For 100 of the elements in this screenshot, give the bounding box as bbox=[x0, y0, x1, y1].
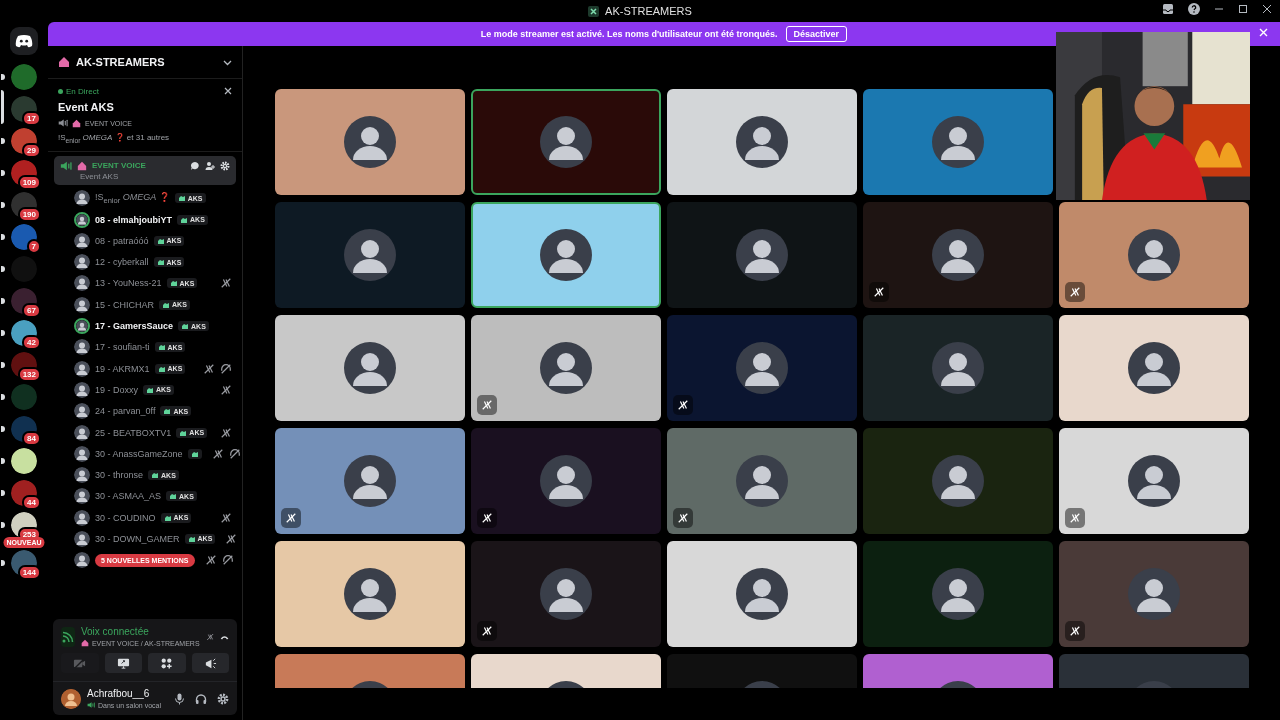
video-tile[interactable] bbox=[863, 541, 1053, 647]
invite-icon[interactable] bbox=[205, 160, 215, 171]
user-avatar bbox=[344, 342, 396, 394]
video-tile[interactable] bbox=[1059, 315, 1249, 421]
video-tile[interactable] bbox=[471, 315, 661, 421]
video-tile[interactable] bbox=[863, 89, 1053, 195]
member-name[interactable]: 08 - patraóóó bbox=[95, 235, 149, 246]
user-avatar[interactable] bbox=[61, 688, 81, 709]
member-name[interactable]: 17 - GamersSauce bbox=[95, 321, 174, 331]
member-name[interactable]: 30 - AnassGameZone bbox=[95, 448, 183, 459]
member-name[interactable]: 13 - YouNess-21 bbox=[95, 278, 162, 289]
role-icon bbox=[163, 407, 172, 416]
video-tile[interactable] bbox=[863, 202, 1053, 308]
video-tile[interactable] bbox=[1059, 202, 1249, 308]
muted-icon bbox=[220, 277, 232, 290]
user-avatar bbox=[1128, 342, 1180, 394]
settings-icon[interactable] bbox=[217, 692, 229, 705]
video-tile[interactable] bbox=[275, 89, 465, 195]
member-name[interactable]: 24 - parvan_0ff bbox=[95, 406, 156, 417]
video-tile[interactable] bbox=[667, 202, 857, 308]
video-tile[interactable] bbox=[275, 428, 465, 534]
user-avatar bbox=[932, 568, 984, 620]
speaker-icon bbox=[87, 701, 95, 709]
username: Achrafbou__6 bbox=[87, 688, 151, 699]
video-tile[interactable] bbox=[275, 202, 465, 308]
muted-icon bbox=[220, 383, 232, 396]
screen-button[interactable] bbox=[104, 653, 142, 673]
muted-icon bbox=[225, 533, 238, 545]
chat-icon[interactable] bbox=[190, 160, 200, 171]
role-icon bbox=[169, 492, 178, 501]
member-name[interactable]: 17 - soufian-ti bbox=[95, 342, 150, 353]
house-icon bbox=[72, 118, 81, 128]
member-name[interactable]: 08 - elmahjoubiYT bbox=[95, 214, 172, 225]
server-icon[interactable] bbox=[11, 448, 37, 474]
window-title: AK-STREAMERS bbox=[605, 5, 692, 17]
video-tile[interactable] bbox=[471, 428, 661, 534]
member-name[interactable]: !S$_{enior}$ OMEGA ❓ bbox=[95, 191, 170, 205]
video-tile[interactable] bbox=[667, 428, 857, 534]
user-avatar bbox=[736, 568, 788, 620]
member-name[interactable]: 15 - CHICHAR bbox=[95, 299, 154, 310]
member-name[interactable]: 30 - ASMAA_AS bbox=[95, 491, 162, 502]
activity-button[interactable] bbox=[148, 653, 186, 673]
voice-channel[interactable]: EVENT VOICE Event AKS bbox=[54, 155, 236, 185]
banner-message: Le mode streamer est activé. Les noms d'utilisateur ont été tronqués. bbox=[480, 29, 778, 39]
video-tile[interactable] bbox=[471, 202, 661, 308]
deafened-icon bbox=[221, 554, 234, 567]
settings-icon[interactable] bbox=[220, 160, 230, 171]
muted-icon bbox=[211, 447, 224, 460]
member-name[interactable]: 30 - thronse bbox=[95, 470, 144, 481]
event-title: Event AKS bbox=[58, 101, 115, 113]
help-icon[interactable] bbox=[1188, 3, 1200, 15]
video-tile[interactable] bbox=[667, 315, 857, 421]
speaker-icon bbox=[60, 159, 72, 172]
member-name[interactable]: 30 - DOWN_GAMER bbox=[95, 534, 180, 544]
close-icon[interactable] bbox=[1262, 4, 1272, 14]
video-tile[interactable] bbox=[471, 89, 661, 195]
maximize-icon[interactable] bbox=[1238, 4, 1248, 14]
connection-icon bbox=[61, 626, 75, 647]
microphone-icon[interactable] bbox=[174, 692, 185, 705]
video-tile[interactable] bbox=[275, 541, 465, 647]
video-tile[interactable] bbox=[1059, 541, 1249, 647]
channel-name: EVENT VOICE bbox=[92, 161, 147, 171]
event-participants: !S$_{enior}$ OMEGA ❓ et 31 autres bbox=[58, 133, 170, 142]
inbox-icon[interactable] bbox=[1162, 3, 1174, 15]
member-name[interactable]: 12 - cyberkall bbox=[95, 257, 149, 268]
video-tile[interactable] bbox=[667, 541, 857, 647]
video-tile[interactable] bbox=[667, 89, 857, 195]
app-logo[interactable] bbox=[10, 27, 38, 55]
user-avatar bbox=[932, 455, 984, 507]
video-tile[interactable] bbox=[471, 541, 661, 647]
deafened-icon bbox=[220, 362, 232, 375]
video-tile[interactable] bbox=[275, 315, 465, 421]
role-icon bbox=[187, 535, 196, 543]
user-avatar bbox=[736, 229, 788, 281]
mention-count: 29 bbox=[22, 143, 41, 158]
close-icon[interactable] bbox=[224, 87, 232, 95]
disable-button[interactable]: Désactiver bbox=[785, 26, 848, 42]
member-name[interactable]: 19 - Doxxy bbox=[95, 384, 138, 395]
video-tile[interactable] bbox=[863, 428, 1053, 534]
member-name[interactable]: 25 - BEATBOXTV1 bbox=[95, 427, 172, 438]
user-avatar bbox=[540, 342, 592, 394]
live-dot bbox=[58, 89, 63, 94]
video-tile[interactable] bbox=[863, 315, 1053, 421]
server-name[interactable]: AK-STREAMERS bbox=[76, 56, 165, 68]
headphones-icon[interactable] bbox=[195, 692, 207, 705]
video-tile[interactable] bbox=[1059, 428, 1249, 534]
role-icon bbox=[162, 300, 170, 309]
house-icon bbox=[80, 639, 89, 647]
muted-icon bbox=[220, 426, 232, 439]
member-name[interactable]: 30 - COUDINO bbox=[95, 512, 156, 523]
user-avatar bbox=[344, 229, 396, 281]
role-icon bbox=[179, 428, 188, 437]
user-avatar bbox=[344, 568, 396, 620]
mention-count: 17 bbox=[22, 111, 41, 126]
member-name[interactable]: 19 - AKRMX1 bbox=[95, 363, 150, 374]
role-icon bbox=[169, 279, 178, 288]
soundboard-button[interactable] bbox=[191, 653, 229, 673]
server-icon bbox=[588, 5, 600, 17]
role-icon bbox=[156, 258, 165, 267]
channel-subtitle: Event AKS bbox=[80, 171, 120, 181]
